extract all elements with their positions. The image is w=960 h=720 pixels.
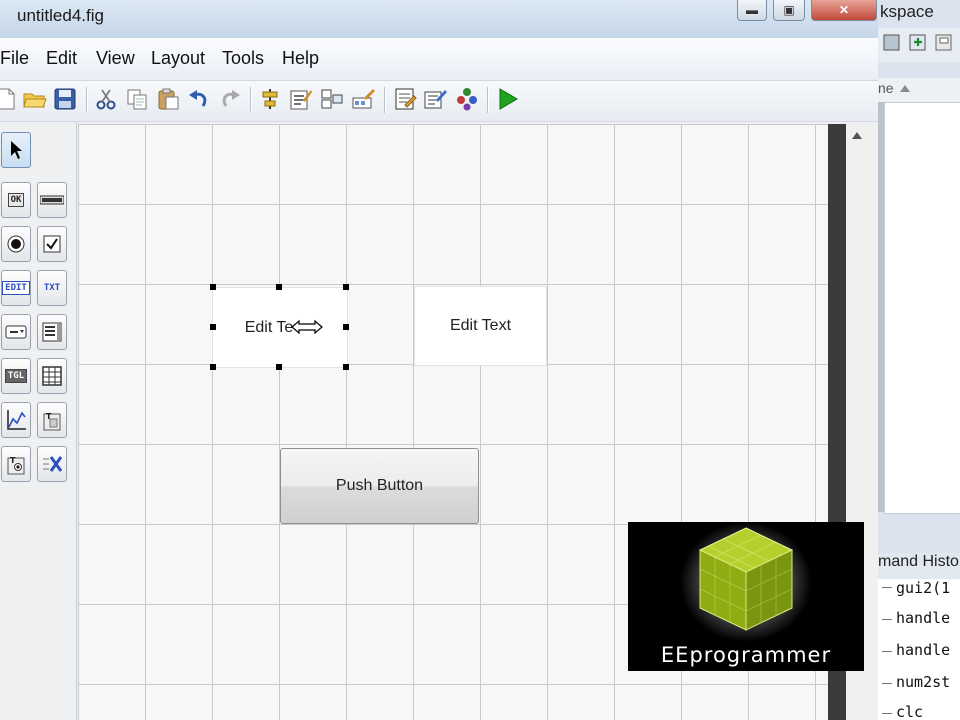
workspace-title: kspace [880,2,934,21]
close-button[interactable]: ✕ [811,0,877,21]
run-icon[interactable] [496,87,520,111]
panel-tool[interactable]: T [37,402,67,438]
resize-cursor-icon [291,319,323,335]
toolbar-separator [384,87,385,113]
toolbar-separator [86,87,87,113]
cube-logo-icon [680,522,812,642]
import-data-icon[interactable] [908,32,928,52]
command-history-title-label: mand Histo [878,553,959,570]
toggle-button-tool-label: TGL [4,369,28,383]
edit-text-1-label: Edit Te [244,318,294,336]
menu-edit[interactable]: Edit [46,48,77,69]
cut-icon[interactable] [94,87,118,111]
menu-view[interactable]: View [96,48,135,69]
resize-handle-top-right[interactable] [343,284,349,290]
table-tool[interactable] [37,358,67,394]
axes-tool[interactable] [1,402,31,438]
resize-handle-top[interactable] [276,284,282,290]
static-text-tool[interactable]: TXT [37,270,67,306]
component-palette: OK EDIT TXT TGL T T [0,122,77,720]
open-icon[interactable] [23,87,47,111]
workspace-toolbar [878,28,960,62]
slider-tool[interactable] [37,182,67,218]
listbox-tool[interactable] [37,314,67,350]
toolbar-editor-icon[interactable] [352,87,376,111]
edit-text-2[interactable]: Edit Text [414,286,547,366]
check-box-tool[interactable] [37,226,67,262]
menu-bar: File Edit View Layout Tools Help [0,38,878,81]
edit-text-2-label: Edit Text [449,317,512,334]
push-button-tool-label: OK [7,193,25,207]
menu-layout[interactable]: Layout [151,48,205,69]
history-tree-line [882,587,892,588]
logo-text: EEprogrammer [660,643,832,667]
history-entry[interactable]: handle [896,641,950,659]
radio-button-tool[interactable] [1,226,31,262]
paste-icon[interactable] [156,87,180,111]
edit-text-tool-label: EDIT [2,281,30,295]
static-text-tool-label: TXT [43,283,61,293]
menu-tools[interactable]: Tools [222,48,264,69]
history-tree-line [882,683,892,684]
activex-control-tool[interactable] [37,446,67,482]
redo-icon[interactable] [218,87,242,111]
resize-handle-left[interactable] [210,324,216,330]
title-bar: untitled4.fig ▬ ▣ ✕ [0,0,878,39]
close-icon: ✕ [838,3,850,17]
maximize-icon: ▣ [783,3,795,17]
eeprogrammer-logo: EEprogrammer [628,522,864,671]
history-entry[interactable]: gui2(1 [896,579,950,597]
resize-handle-bottom[interactable] [276,364,282,370]
save-workspace-icon[interactable] [934,32,954,52]
toolbar [0,81,878,122]
name-column-label: ne [878,80,894,96]
history-tree-line [882,651,892,652]
command-history-list[interactable]: gui2(1 handle handle num2st clc [878,579,960,720]
svg-text:T: T [10,456,16,465]
save-icon[interactable] [53,87,77,111]
popup-menu-tool[interactable] [1,314,31,350]
select-tool[interactable] [1,132,31,168]
resize-handle-top-left[interactable] [210,284,216,290]
sort-ascending-icon [900,85,910,92]
property-inspector-icon[interactable] [424,87,448,111]
menu-file[interactable]: File [0,48,29,69]
toggle-button-tool[interactable]: TGL [1,358,31,394]
history-entry[interactable]: handle [896,609,950,627]
edit-text-1-selected[interactable]: Edit Te [212,287,348,368]
menu-editor-icon[interactable] [289,87,313,111]
command-history-title: mand Histo [878,553,960,579]
window-title: untitled4.fig [17,6,104,25]
history-entry[interactable]: num2st [896,673,950,691]
history-tree-line [882,713,892,714]
scroll-up-icon[interactable] [852,132,862,139]
maximize-button[interactable]: ▣ [773,0,805,21]
minimize-button[interactable]: ▬ [737,0,767,21]
minimize-icon: ▬ [746,3,758,17]
push-button[interactable]: Push Button [280,448,479,524]
resize-handle-bottom-right[interactable] [343,364,349,370]
tab-order-icon[interactable] [320,87,344,111]
workspace-list[interactable] [884,102,960,514]
toolbar-separator [487,87,488,113]
new-icon[interactable] [0,87,18,111]
align-icon[interactable] [258,87,282,111]
history-entry[interactable]: clc [896,703,923,720]
editor-icon[interactable] [393,87,417,111]
push-button-label: Push Button [335,477,424,494]
push-button-tool[interactable]: OK [1,182,31,218]
resize-handle-right[interactable] [343,324,349,330]
button-group-tool[interactable]: T [1,446,31,482]
matlab-desktop-panes: kspace ne mand Histo gui2(1 handle handl… [878,0,960,720]
edit-text-tool[interactable]: EDIT [1,270,31,306]
undo-icon[interactable] [187,87,211,111]
resize-handle-bottom-left[interactable] [210,364,216,370]
copy-icon[interactable] [125,87,149,111]
object-browser-icon[interactable] [455,87,479,111]
workspace-column-header[interactable]: ne [878,78,960,102]
new-variable-icon[interactable] [882,32,902,52]
menu-help[interactable]: Help [282,48,319,69]
history-tree-line [882,619,892,620]
toolbar-separator [250,87,251,113]
